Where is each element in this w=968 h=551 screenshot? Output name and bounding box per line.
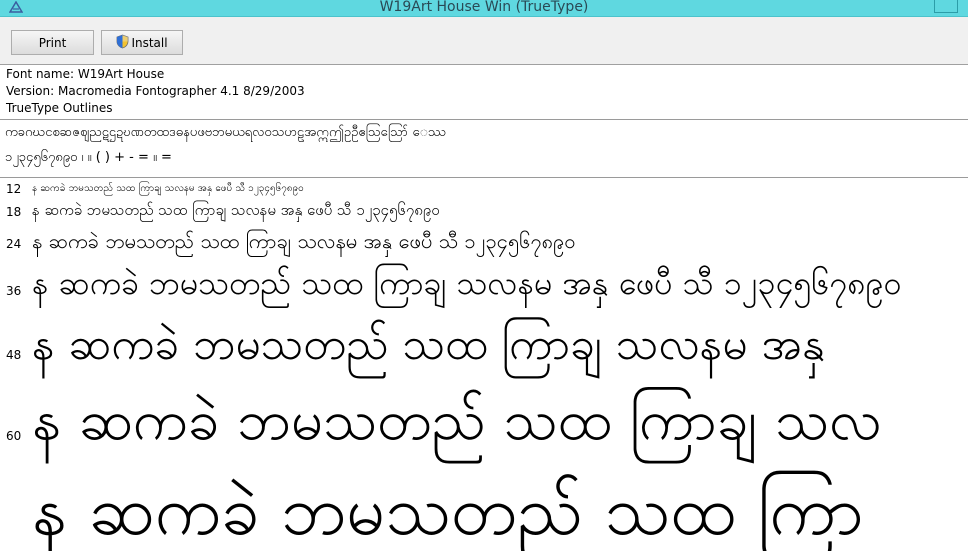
size-label-24: 24 [6, 237, 22, 251]
uac-shield-icon [116, 34, 129, 52]
title-bar: W19Art House Win (TrueType) [0, 0, 968, 17]
sample-text-18: န ဆကခဲ ဘမသတည် သထ ကြာချ သလနမ အနှ ဖေပီ သီ … [32, 201, 440, 219]
sample-text-24: န ဆကခဲ ဘမသတည် သထ ကြာချ သလနမ အနှ ဖေပီ သီ … [32, 229, 576, 253]
window-title: W19Art House Win (TrueType) [379, 0, 589, 15]
sample-text-36: န ဆကခဲ ဘမသတည် သထ ကြာချ သလနမ အနှ ဖေပီ သီ … [32, 264, 902, 302]
font-version: Version: Macromedia Fontographer 4.1 8/2… [6, 84, 305, 98]
sample-text-60: န ဆကခဲ ဘမသတည် သထ ကြာချ သလ [32, 388, 882, 453]
size-label-48: 48 [6, 348, 22, 362]
size-label-18: 18 [6, 205, 22, 219]
close-button[interactable] [934, 0, 958, 13]
size-label-36: 36 [6, 284, 22, 298]
font-outline-type: TrueType Outlines [6, 101, 113, 115]
size-label-12: 12 [6, 182, 22, 196]
size-label-60: 60 [6, 429, 22, 443]
divider [0, 177, 968, 178]
character-set-line-1: ကခဂဃငစဆဇဈညဋဌဍဎဏတထဒဓနပဖဗဘမယရလဝသဟဠအဣဤဥဦဧဩဪ… [5, 125, 446, 140]
sample-text-72: န ဆကခဲ ဘမသတည် သထ ကြာ [32, 472, 864, 551]
font-info: Font name: W19Art House Version: Macrome… [6, 66, 305, 117]
print-button-label: Print [38, 35, 67, 50]
character-set-line-2: ၁၂၃၄၅၆၇၈၉၀ ၊ ။ ( ) + - = ။ = [5, 150, 172, 165]
print-button[interactable]: Print [11, 30, 94, 55]
toolbar: Print Install [0, 17, 968, 65]
divider [0, 119, 968, 120]
install-button[interactable]: Install [101, 30, 183, 55]
install-button-label: Install [131, 35, 168, 50]
sample-text-12: န ဆကခဲ ဘမသတည် သထ ကြာချ သလနမ အနှ ဖေပီ သီ … [32, 183, 304, 194]
sample-text-48: န ဆကခဲ ဘမသတည် သထ ကြာချ သလနမ အနှ [32, 319, 825, 370]
font-name: Font name: W19Art House [6, 67, 165, 81]
